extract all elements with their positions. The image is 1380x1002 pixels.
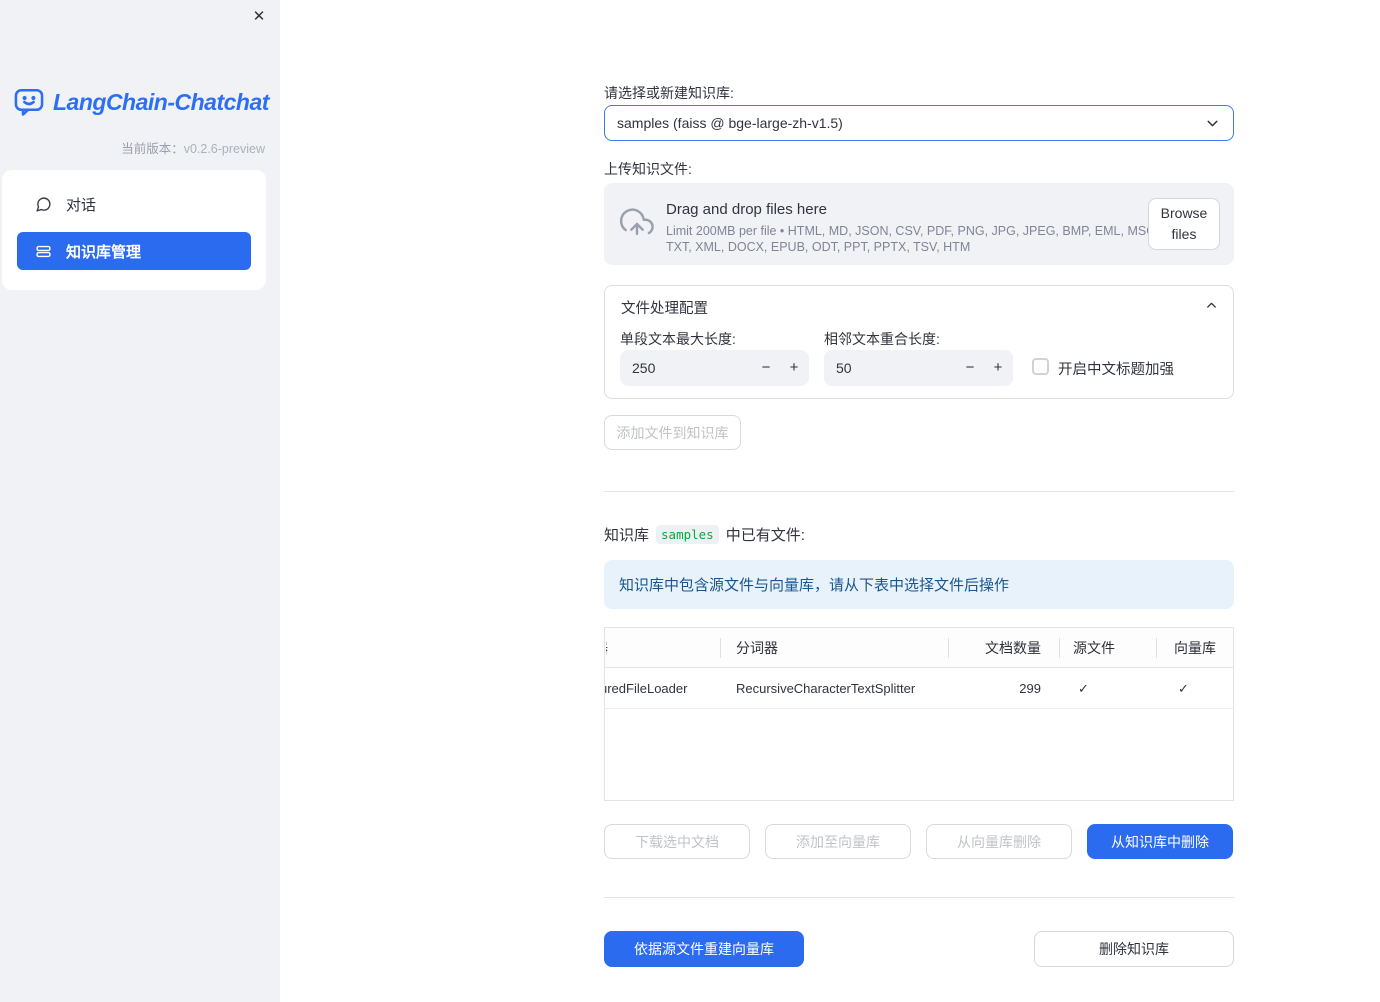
file-dropzone[interactable]: Drag and drop files here Limit 200MB per… bbox=[604, 183, 1234, 265]
col-loader-header-clipped: 器 bbox=[606, 628, 613, 668]
decrement-icon[interactable]: − bbox=[755, 350, 777, 386]
download-selected-docs-button[interactable]: 下载选中文档 bbox=[604, 824, 750, 859]
browse-files-line2: files bbox=[1171, 226, 1197, 242]
kb-files-prefix: 知识库 bbox=[604, 527, 650, 544]
version-info: 当前版本：v0.2.6-preview bbox=[121, 138, 265, 157]
zh-title-enhance-checkbox[interactable] bbox=[1032, 358, 1049, 375]
cloud-upload-icon bbox=[620, 207, 654, 241]
chunk-size-input[interactable]: 250 − + bbox=[620, 350, 809, 386]
kb-select-label: 请选择或新建知识库: bbox=[604, 85, 734, 101]
info-banner-text: 知识库中包含源文件与向量库，请从下表中选择文件后操作 bbox=[619, 577, 1010, 594]
dropzone-limit-line2: TXT, XML, DOCX, EPUB, ODT, PPT, PPTX, TS… bbox=[666, 240, 971, 254]
chunk-overlap-input[interactable]: 50 − + bbox=[824, 350, 1013, 386]
column-separator[interactable] bbox=[948, 638, 949, 658]
col-source-file-header: 源文件 bbox=[1073, 640, 1115, 656]
chunk-size-value: 250 bbox=[632, 360, 656, 376]
increment-icon[interactable]: + bbox=[783, 350, 805, 386]
sidebar-item-label: 知识库管理 bbox=[66, 243, 142, 261]
column-separator[interactable] bbox=[1059, 638, 1060, 658]
chat-bubble-icon bbox=[35, 196, 52, 213]
delete-kb-button[interactable]: 删除知识库 bbox=[1034, 931, 1234, 967]
col-doc-count-header: 文档数量 bbox=[985, 640, 1041, 656]
chevron-up-icon[interactable] bbox=[1204, 298, 1219, 313]
chevron-down-icon bbox=[1204, 115, 1221, 132]
divider bbox=[604, 897, 1234, 898]
cell-splitter: RecursiveCharacterTextSplitter bbox=[736, 681, 916, 696]
sidebar-menu-card: 对话 知识库管理 bbox=[2, 170, 266, 290]
dropzone-title: Drag and drop files here bbox=[666, 201, 827, 218]
kb-files-suffix: 中已有文件: bbox=[725, 527, 805, 544]
kb-select-dropdown[interactable]: samples (faiss @ bge-large-zh-v1.5) bbox=[604, 105, 1234, 141]
column-separator[interactable] bbox=[720, 638, 721, 658]
col-vector-store-header: 向量库 bbox=[1174, 640, 1216, 656]
col-splitter-header: 分词器 bbox=[736, 640, 778, 656]
expander-title[interactable]: 文件处理配置 bbox=[621, 297, 708, 318]
chunk-overlap-value: 50 bbox=[836, 360, 852, 376]
sidebar-item-knowledge-base[interactable]: 知识库管理 bbox=[17, 232, 251, 270]
browse-files-line1: Browse bbox=[1160, 205, 1208, 221]
version-label: 当前版本： bbox=[121, 142, 184, 156]
divider bbox=[604, 491, 1234, 492]
sidebar-close-icon[interactable]: ✕ bbox=[249, 7, 269, 27]
cell-loader-clipped: uredFileLoader bbox=[605, 681, 688, 696]
logo-text: LangChain-Chatchat bbox=[53, 88, 269, 115]
sidebar-item-dialogue[interactable]: 对话 bbox=[17, 185, 251, 223]
add-to-vector-store-button[interactable]: 添加至向量库 bbox=[765, 824, 911, 859]
table-row[interactable]: uredFileLoader RecursiveCharacterTextSpl… bbox=[605, 668, 1233, 709]
kb-existing-files-line: 知识库 samples 中已有文件: bbox=[604, 524, 805, 545]
kb-name-code: samples bbox=[656, 525, 719, 544]
cell-doc-count: 299 bbox=[1019, 681, 1041, 696]
file-config-expander: 文件处理配置 单段文本最大长度: 相邻文本重合长度: 250 − + 50 − … bbox=[604, 285, 1234, 399]
chunk-size-label: 单段文本最大长度: bbox=[620, 331, 736, 347]
kb-selected-value: samples (faiss @ bge-large-zh-v1.5) bbox=[617, 115, 843, 131]
column-separator[interactable] bbox=[1156, 638, 1157, 658]
kb-files-table[interactable]: 器 分词器 文档数量 源文件 向量库 uredFileLoader Recurs… bbox=[604, 627, 1234, 801]
increment-icon[interactable]: + bbox=[987, 350, 1009, 386]
stacked-list-icon bbox=[35, 243, 52, 260]
add-files-to-kb-button[interactable]: 添加文件到知识库 bbox=[604, 415, 741, 450]
info-banner: 知识库中包含源文件与向量库，请从下表中选择文件后操作 bbox=[604, 560, 1234, 609]
cell-source-check-icon: ✓ bbox=[1078, 681, 1089, 696]
delete-from-vector-store-button[interactable]: 从向量库删除 bbox=[926, 824, 1072, 859]
logo-chat-smiley-icon bbox=[13, 86, 45, 118]
browse-files-button[interactable]: Browse files bbox=[1148, 198, 1220, 250]
sidebar: ✕ LangChain-Chatchat 当前版本：v0.2.6-preview bbox=[0, 0, 280, 1002]
sidebar-item-label: 对话 bbox=[66, 196, 97, 214]
app-logo: LangChain-Chatchat bbox=[13, 86, 269, 118]
chunk-overlap-label: 相邻文本重合长度: bbox=[824, 331, 940, 347]
delete-from-kb-button[interactable]: 从知识库中删除 bbox=[1087, 824, 1233, 859]
cell-vector-check-icon: ✓ bbox=[1178, 681, 1189, 696]
zh-title-enhance-label: 开启中文标题加强 bbox=[1058, 362, 1174, 378]
rebuild-vector-store-button[interactable]: 依据源文件重建向量库 bbox=[604, 931, 804, 967]
dropzone-limit-line1: Limit 200MB per file • HTML, MD, JSON, C… bbox=[666, 224, 1220, 238]
app-canvas: ✕ LangChain-Chatchat 当前版本：v0.2.6-preview bbox=[0, 0, 1380, 1002]
table-header-row: 器 分词器 文档数量 源文件 向量库 bbox=[605, 628, 1233, 668]
upload-label: 上传知识文件: bbox=[604, 161, 692, 177]
decrement-icon[interactable]: − bbox=[959, 350, 981, 386]
version-value: v0.2.6-preview bbox=[183, 142, 265, 156]
